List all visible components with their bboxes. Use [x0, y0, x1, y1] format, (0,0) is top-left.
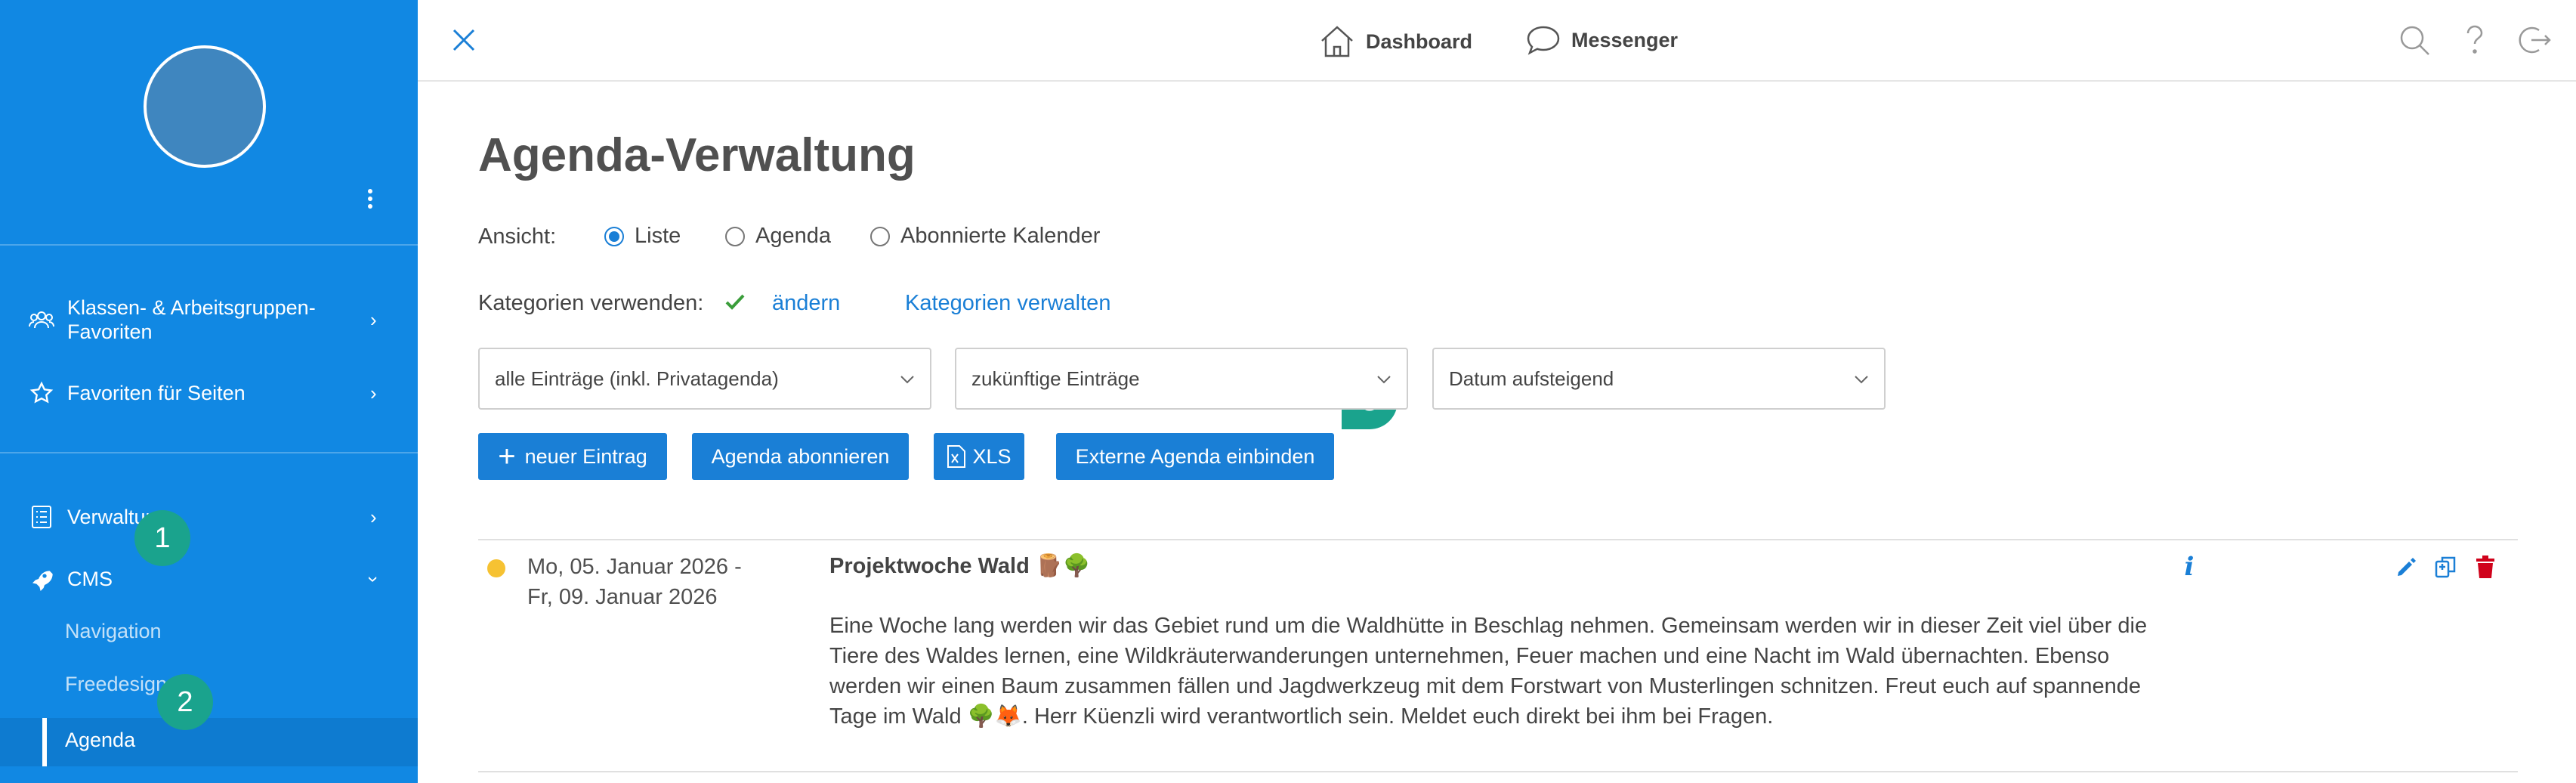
xls-export-button[interactable]: XLS: [934, 433, 1024, 480]
duplicate-icon[interactable]: [2432, 553, 2460, 580]
search-icon[interactable]: [2397, 23, 2432, 57]
entry-date-start: Mo, 05. Januar 2026 -: [527, 555, 742, 579]
status-dot: [487, 559, 505, 577]
excel-file-icon: [947, 445, 966, 468]
close-icon[interactable]: [446, 23, 481, 57]
home-icon: [1321, 26, 1353, 57]
plus-icon: +: [498, 440, 516, 473]
xls-export-label: XLS: [972, 444, 1012, 468]
sidebar-item-label: Klassen- & Arbeitsgruppen-Favoriten: [67, 296, 316, 343]
logout-icon[interactable]: [2518, 23, 2553, 57]
time-select[interactable]: zukünftige Einträge: [955, 348, 1408, 410]
sidebar-subitem-agenda[interactable]: Agenda: [0, 718, 418, 766]
divider: [0, 244, 418, 246]
nav-messenger[interactable]: Messenger: [1526, 24, 1678, 56]
chevron-down-icon: [1377, 376, 1391, 384]
entry-title[interactable]: Projektwoche Wald 🪵🌳: [829, 553, 1090, 579]
chevron-down-icon: [900, 376, 914, 384]
info-icon[interactable]: i: [2176, 552, 2203, 582]
radio-label: Agenda: [755, 224, 831, 248]
categories-manage-link[interactable]: Kategorien verwalten: [905, 291, 1110, 316]
radio-label: Liste: [635, 224, 681, 248]
sidebar-item-label: CMS: [67, 568, 113, 590]
sidebar-subitem-navigation[interactable]: Navigation: [0, 620, 418, 647]
subscribe-agenda-button[interactable]: Agenda abonnieren: [692, 433, 909, 480]
sidebar-subitem-label: Navigation: [65, 620, 162, 642]
nav-messenger-label: Messenger: [1571, 28, 1679, 51]
sort-select[interactable]: Datum aufsteigend: [1432, 348, 1886, 410]
sidebar-item-page-favorites[interactable]: Favoriten für Seiten ›: [0, 379, 418, 407]
sidebar-item-cms[interactable]: CMS ›: [0, 565, 418, 593]
chevron-down-icon: ›: [362, 575, 385, 583]
list-icon: [29, 504, 54, 530]
time-select-value: zukünftige Einträge: [971, 367, 1140, 390]
edit-icon[interactable]: [2393, 553, 2420, 580]
chat-icon: [1527, 26, 1560, 55]
radio-liste[interactable]: Liste: [604, 224, 681, 249]
entry-date-end: Fr, 09. Januar 2026: [527, 585, 718, 609]
rocket-icon: [29, 566, 54, 592]
star-icon: [29, 380, 54, 406]
entry-description: Eine Woche lang werden wir das Gebiet ru…: [829, 614, 2148, 729]
sidebar-subitem-label: Agenda: [65, 729, 136, 751]
radio-icon: [725, 226, 745, 246]
view-label: Ansicht:: [478, 224, 557, 249]
active-indicator: [42, 718, 47, 766]
external-agenda-button[interactable]: Externe Agenda einbinden: [1056, 433, 1334, 480]
scope-select-value: alle Einträge (inkl. Privatagenda): [495, 367, 779, 390]
subscribe-agenda-label: Agenda abonnieren: [711, 444, 890, 468]
chevron-down-icon: [1855, 376, 1868, 384]
entry-date: Mo, 05. Januar 2026 - Fr, 09. Januar 202…: [527, 552, 742, 612]
step-badge-1: 1: [134, 510, 190, 566]
help-icon[interactable]: [2457, 23, 2492, 57]
categories-change-link[interactable]: ändern: [772, 291, 840, 316]
nav-dashboard[interactable]: Dashboard: [1319, 24, 1472, 59]
delete-icon[interactable]: [2472, 553, 2499, 580]
chevron-right-icon: ›: [370, 505, 377, 528]
scope-select[interactable]: alle Einträge (inkl. Privatagenda): [478, 348, 931, 410]
sidebar-item-label: Favoriten für Seiten: [67, 382, 246, 404]
radio-agenda[interactable]: Agenda: [725, 224, 831, 249]
new-entry-button[interactable]: + neuer Eintrag: [478, 433, 667, 480]
external-agenda-label: Externe Agenda einbinden: [1075, 444, 1315, 468]
sidebar-item-verwaltung[interactable]: Verwaltung ›: [0, 503, 418, 531]
sidebar-item-class-favorites[interactable]: Klassen- & Arbeitsgruppen-Favoriten ›: [0, 295, 418, 345]
radio-abonnierte-kalender[interactable]: Abonnierte Kalender: [870, 224, 1100, 249]
divider: [0, 452, 418, 453]
step-badge-2: 2: [157, 674, 213, 730]
avatar[interactable]: [144, 45, 266, 168]
page-title: Agenda-Verwaltung: [478, 129, 916, 181]
group-icon: [29, 307, 54, 333]
top-bar: Dashboard Messenger: [418, 0, 2576, 82]
new-entry-label: neuer Eintrag: [524, 444, 647, 468]
radio-selected-icon: [604, 226, 624, 246]
radio-label: Abonnierte Kalender: [900, 224, 1101, 248]
divider: [478, 539, 2518, 540]
radio-icon: [870, 226, 890, 246]
divider: [478, 771, 2518, 772]
categories-label: Kategorien verwenden:: [478, 291, 704, 315]
chevron-right-icon: ›: [370, 308, 377, 331]
nav-dashboard-label: Dashboard: [1366, 29, 1473, 53]
more-options-icon[interactable]: [361, 186, 379, 213]
checkmark-icon: [724, 290, 746, 317]
chevron-right-icon: ›: [370, 381, 377, 404]
sidebar: Klassen- & Arbeitsgruppen-Favoriten › Fa…: [0, 0, 418, 783]
sort-select-value: Datum aufsteigend: [1449, 367, 1614, 390]
sidebar-subitem-label: Freedesign: [65, 673, 168, 695]
